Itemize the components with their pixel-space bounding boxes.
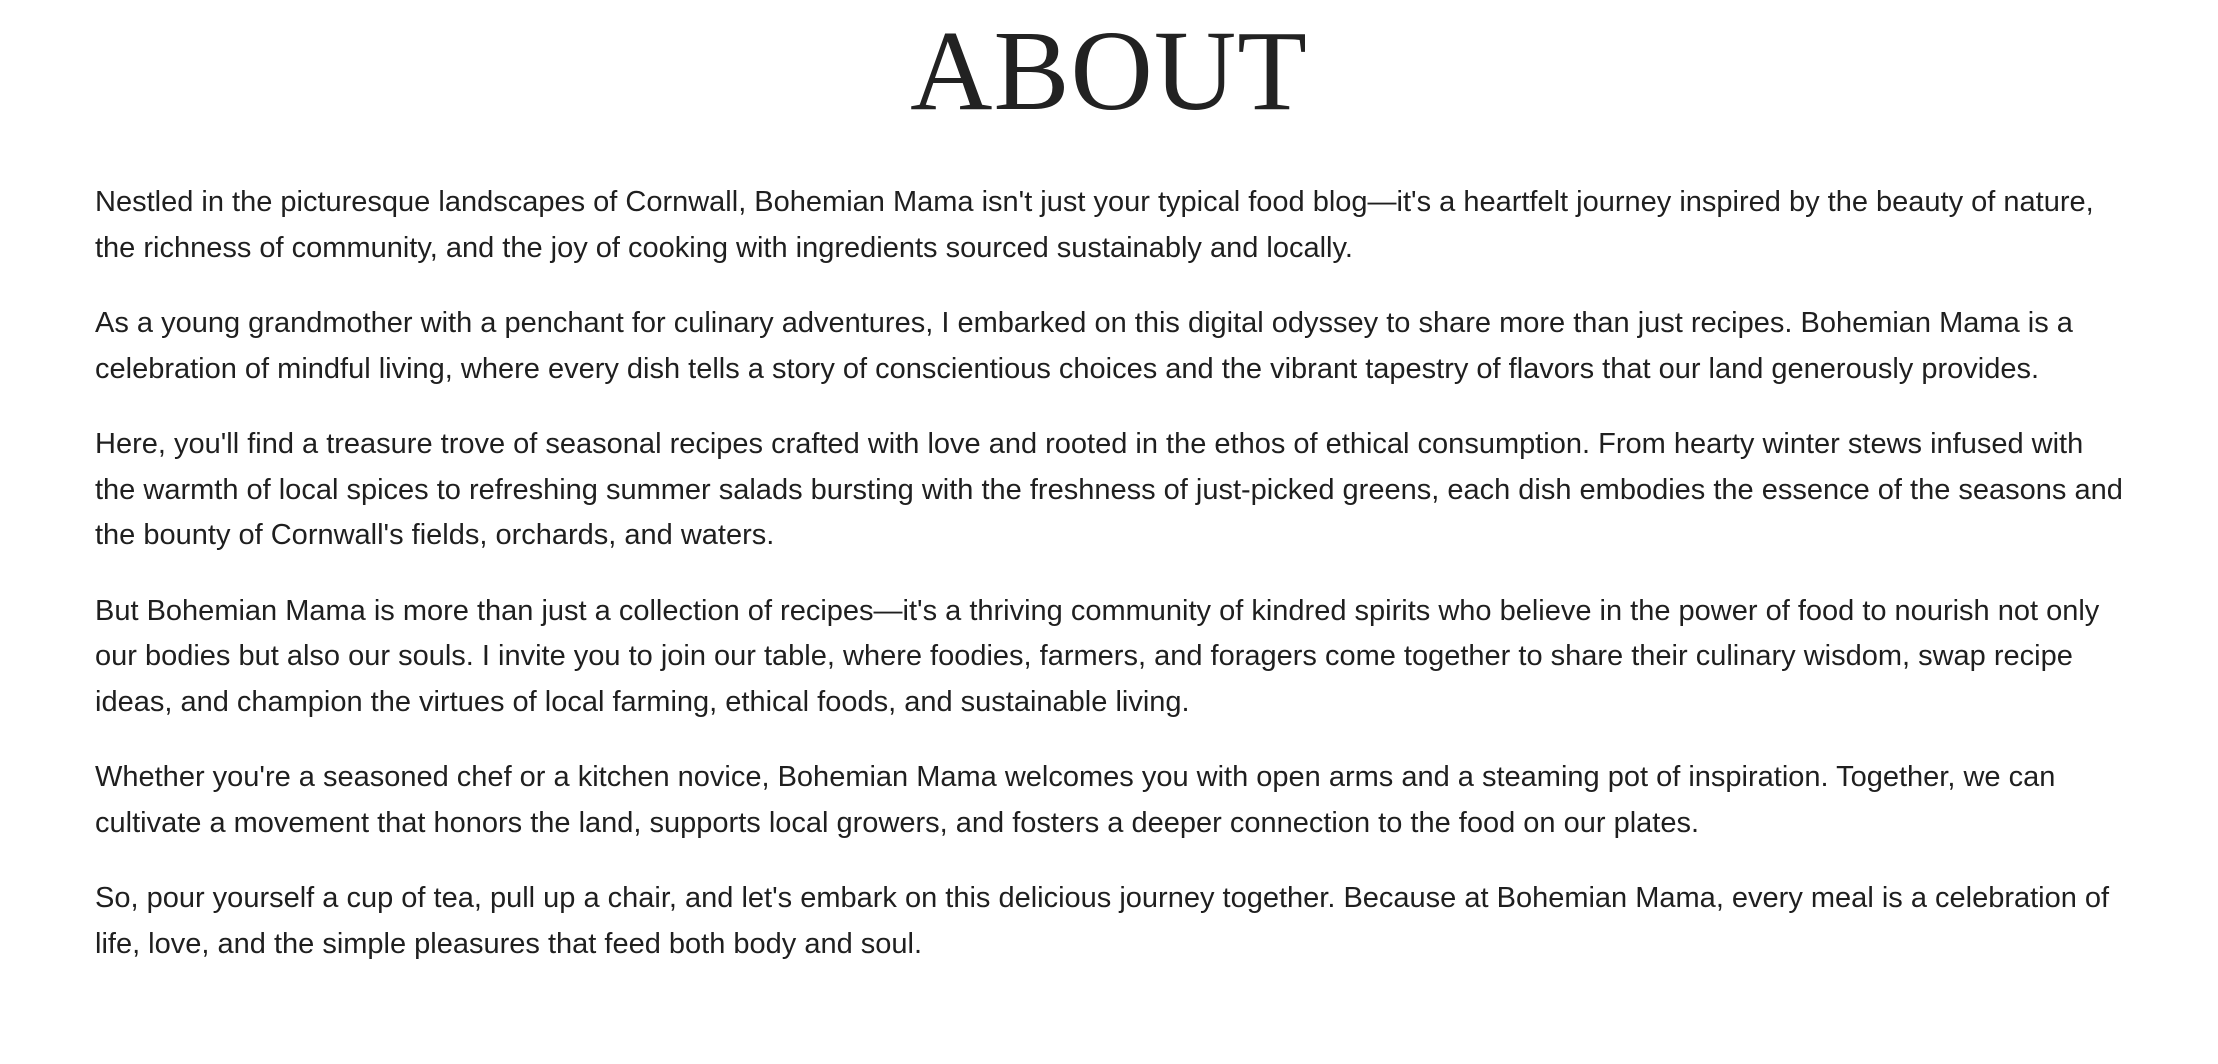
about-content: Nestled in the picturesque landscapes of…	[95, 180, 2125, 997]
about-paragraph-3: Here, you'll find a treasure trove of se…	[95, 428, 2123, 551]
about-paragraph-1: Nestled in the picturesque landscapes of…	[95, 186, 2094, 264]
about-paragraph-6: So, pour yourself a cup of tea, pull up …	[95, 882, 2110, 960]
page-title: ABOUT	[910, 7, 1308, 134]
about-paragraph-2: As a young grandmother with a penchant f…	[95, 307, 2073, 385]
about-page: ABOUT Nestled in the picturesque landsca…	[0, 0, 2218, 1064]
about-paragraph-4: But Bohemian Mama is more than just a co…	[95, 594, 2100, 718]
about-paragraph-5: Whether you're a seasoned chef or a kitc…	[95, 761, 2056, 839]
